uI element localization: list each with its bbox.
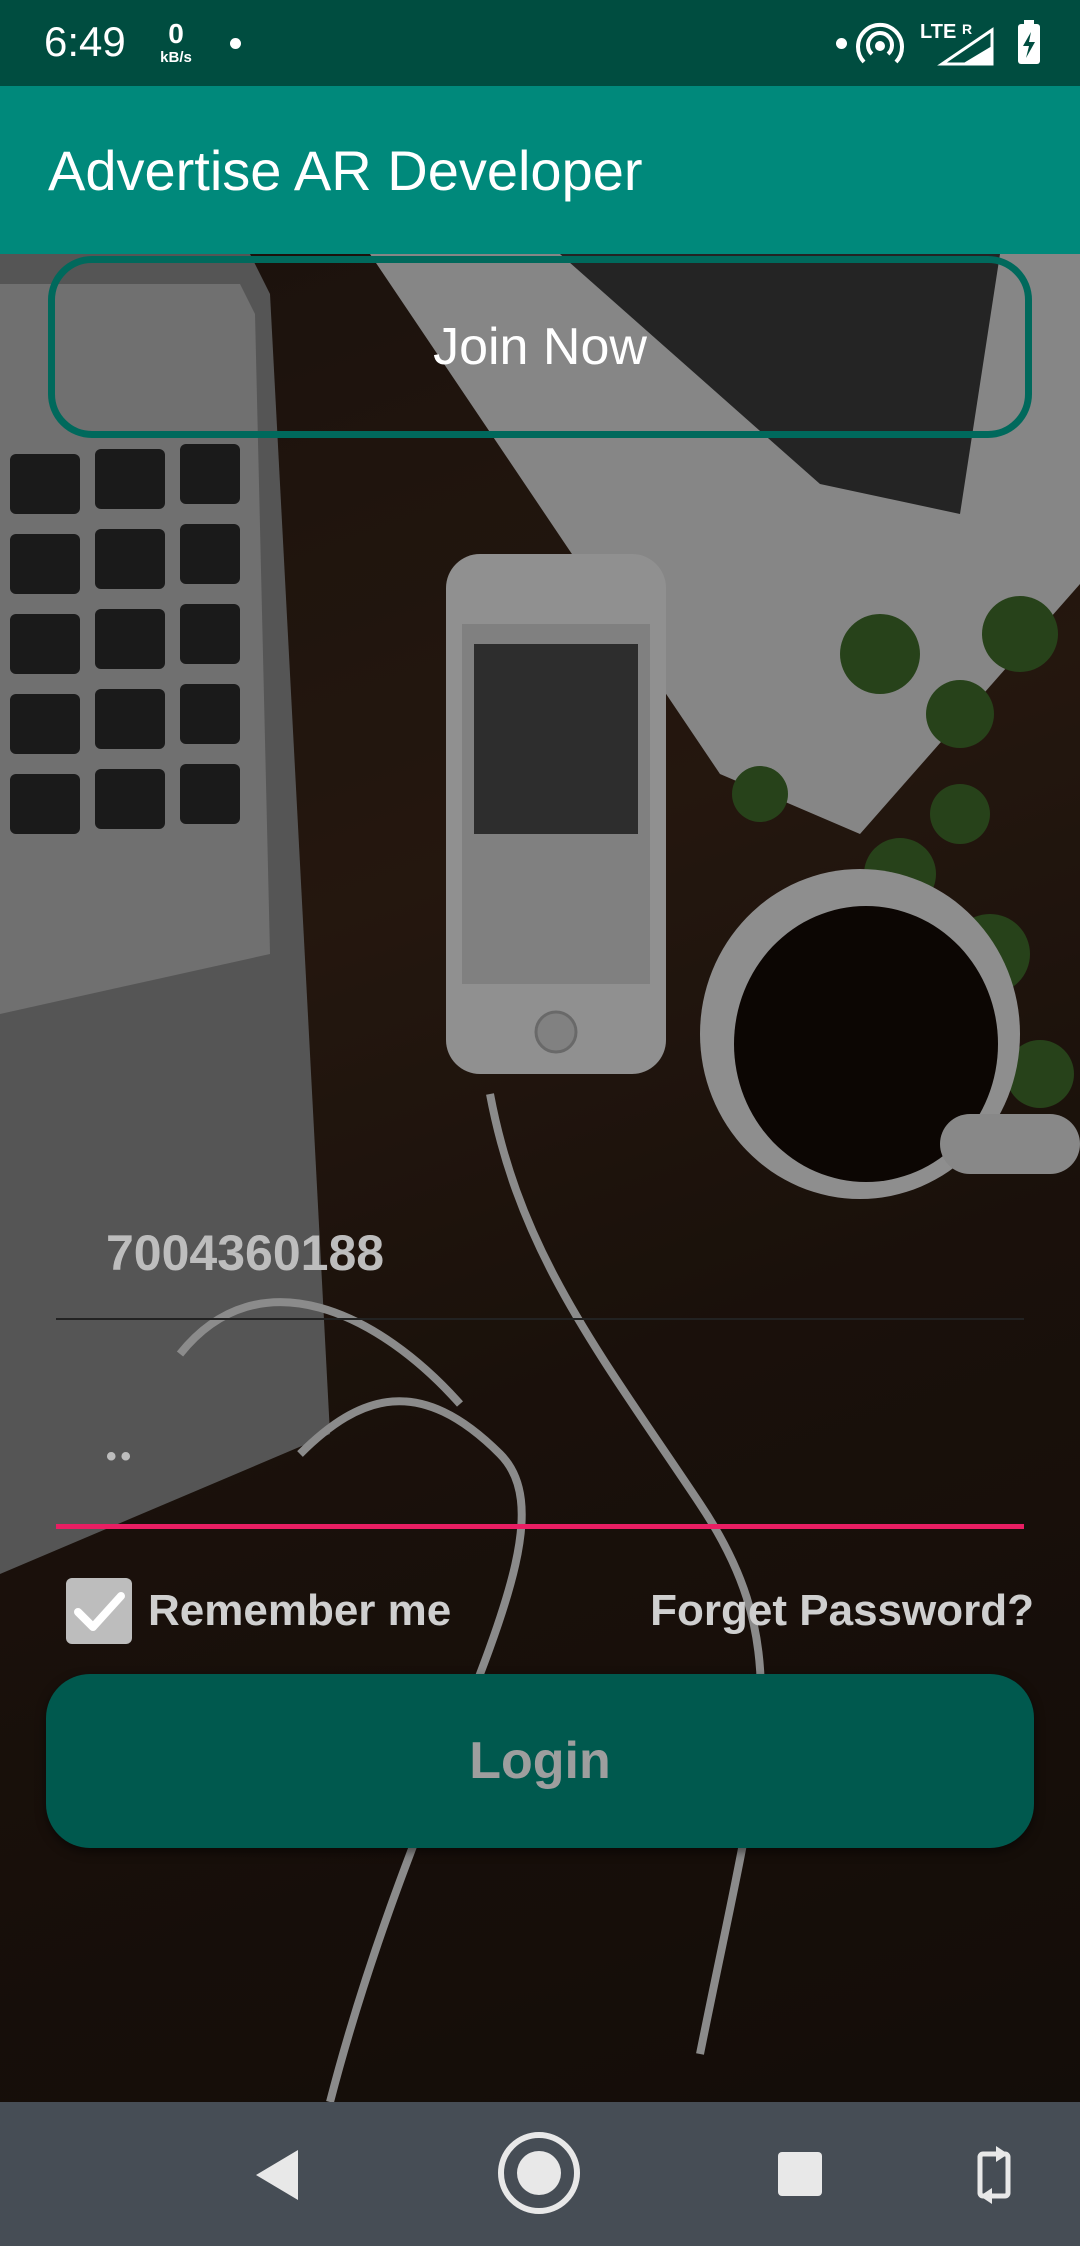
rotate-icon[interactable]	[974, 2146, 1014, 2204]
login-label: Login	[469, 1732, 611, 1790]
roaming-label: R	[962, 21, 972, 37]
app-title: Advertise AR Developer	[48, 139, 643, 202]
status-bar: 6:49 0 kB/s LTE R	[0, 0, 1080, 86]
back-icon[interactable]	[252, 2148, 302, 2202]
network-speed: 0 kB/s	[156, 18, 196, 66]
login-button[interactable]: Login	[46, 1674, 1034, 1848]
phone-input-value: 7004360188	[106, 1225, 385, 1281]
login-screen: 6:49 0 kB/s LTE R Advertise AR Developer…	[0, 0, 1080, 2246]
network-speed-value: 0	[168, 18, 184, 49]
check-icon	[74, 1592, 125, 1631]
notification-dot	[230, 38, 241, 49]
password-input[interactable]: ••	[56, 1400, 1024, 1529]
lte-label: LTE	[920, 21, 956, 43]
battery-icon	[1018, 20, 1040, 64]
network-speed-unit: kB/s	[160, 49, 192, 66]
remember-me-label[interactable]: Remember me	[148, 1586, 451, 1636]
status-time: 6:49	[44, 18, 126, 65]
navigation-bar	[0, 2102, 1080, 2246]
join-now-label: Join Now	[433, 318, 647, 376]
forget-password-link[interactable]: Forget Password?	[650, 1586, 1034, 1636]
join-now-button[interactable]: Join Now	[48, 256, 1032, 438]
phone-input[interactable]: 7004360188	[56, 1200, 1024, 1320]
remember-me-checkbox[interactable]	[66, 1578, 132, 1644]
home-icon[interactable]	[496, 2130, 582, 2216]
recents-icon[interactable]	[776, 2150, 824, 2198]
app-bar: Advertise AR Developer	[0, 86, 1080, 254]
hotspot-icon	[856, 22, 904, 64]
notification-dot	[836, 38, 847, 49]
status-icons: LTE R	[856, 20, 1040, 66]
password-input-value: ••	[106, 1440, 136, 1473]
